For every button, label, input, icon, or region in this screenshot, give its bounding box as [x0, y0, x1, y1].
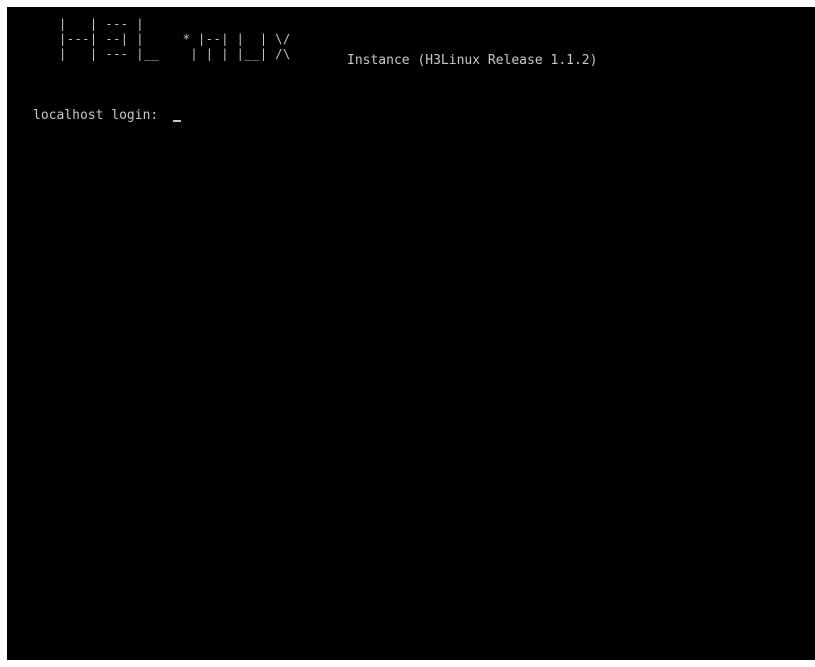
logo-line: | | --- |	[59, 17, 144, 31]
text-cursor	[173, 120, 182, 122]
console-screen[interactable]: | | --- | |---| --| | * |--| | | \/ | | …	[7, 7, 815, 660]
logo-line: | | --- |__ | | | |__| /\	[59, 47, 291, 61]
release-banner: Instance (H3Linux Release 1.1.2)	[347, 53, 598, 68]
logo-line: |---| --| | * |--| | | \/	[59, 32, 291, 46]
login-line[interactable]: localhost login:	[33, 108, 182, 124]
login-prompt: localhost login:	[33, 108, 167, 123]
ascii-logo: | | --- | |---| --| | * |--| | | \/ | | …	[59, 17, 291, 62]
